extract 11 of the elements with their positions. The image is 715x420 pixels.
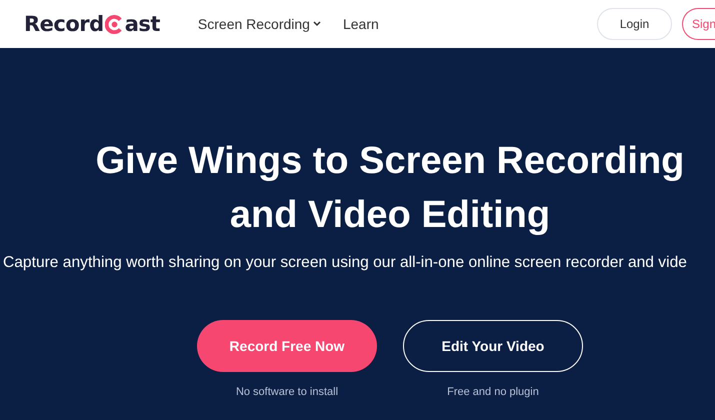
- chevron-down-icon: [312, 21, 321, 27]
- button-note: Free and no plugin: [447, 386, 539, 398]
- login-button[interactable]: Login: [597, 8, 672, 40]
- edit-video-button[interactable]: Edit Your Video: [403, 320, 583, 372]
- hero-subtitle: Capture anything worth sharing on your screen using our all-in-one online screen recorder and vide: [2, 254, 688, 272]
- nav-link[interactable]: Screen Recording: [198, 16, 321, 32]
- hero-title: Give Wings to Screen Recording and Video Editing: [96, 139, 684, 238]
- record-icon: [104, 14, 124, 34]
- logo[interactable]: Record ast: [24, 12, 160, 36]
- button-note: No software to install: [236, 386, 338, 398]
- nav-link[interactable]: Learn: [342, 16, 379, 32]
